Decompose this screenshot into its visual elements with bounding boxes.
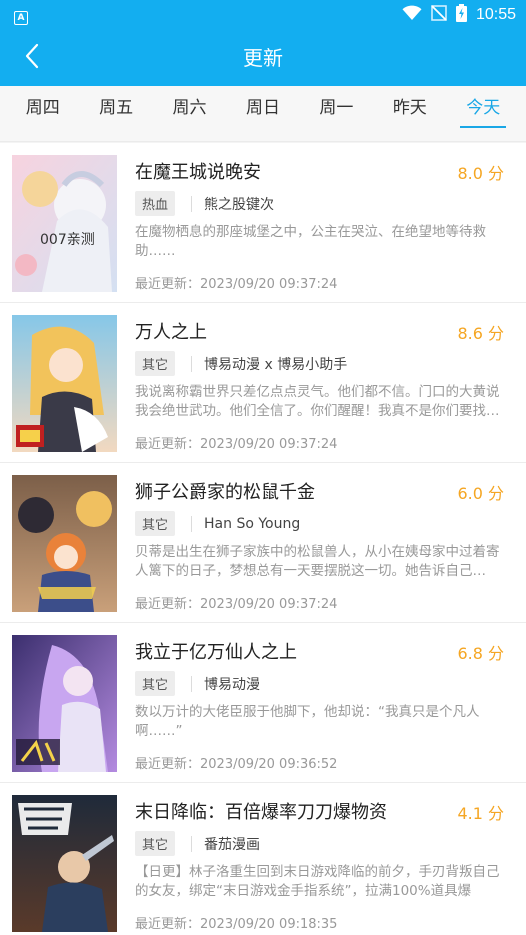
comic-score: 4.1 分 xyxy=(457,804,504,823)
tab-sunday[interactable]: 周日 xyxy=(242,86,284,142)
cover-watermark: 007亲测 xyxy=(40,232,95,248)
tab-monday[interactable]: 周一 xyxy=(315,86,357,142)
update-time: 最近更新：2023/09/20 09:37:24 xyxy=(135,437,338,452)
comic-score: 6.8 分 xyxy=(457,644,504,663)
comic-item[interactable]: 我立于亿万仙人之上 6.8 分 其它 博易动漫 数以万计的大佬臣服于他脚下，他却… xyxy=(0,623,526,783)
comic-title[interactable]: 我立于亿万仙人之上 xyxy=(135,638,297,664)
comic-title[interactable]: 在魔王城说晚安 xyxy=(135,158,261,184)
comic-cover[interactable] xyxy=(12,635,117,772)
divider xyxy=(191,355,193,372)
tab-today[interactable]: 今天 xyxy=(460,86,507,142)
comic-title[interactable]: 末日降临：百倍爆率刀刀爆物资 xyxy=(135,798,387,824)
comic-item[interactable]: 狮子公爵家的松鼠千金 6.0 分 其它 Han So Young 贝蒂是出生在狮… xyxy=(0,463,526,623)
tab-saturday[interactable]: 周六 xyxy=(169,86,211,142)
comic-author: 番茄漫画 xyxy=(204,836,261,853)
comic-item[interactable]: 007亲测 在魔王城说晚安 8.0 分 热血 熊之股键次 在魔物栖息的那座城堡之… xyxy=(0,143,526,303)
update-time: 最近更新：2023/09/20 09:37:24 xyxy=(135,277,338,292)
comic-author: 熊之股键次 xyxy=(204,196,275,213)
update-time: 最近更新：2023/09/20 09:37:24 xyxy=(135,597,338,612)
page-title: 更新 xyxy=(243,46,283,70)
comic-title[interactable]: 狮子公爵家的松鼠千金 xyxy=(135,478,315,504)
genre-tag: 其它 xyxy=(135,831,176,856)
comic-description: 我说离称霸世界只差亿点点灵气。他们都不信。门口的大黄说我会绝世武功。他们全信了。… xyxy=(135,384,500,419)
comic-score: 6.0 分 xyxy=(457,484,504,503)
divider xyxy=(191,675,193,692)
genre-tag: 其它 xyxy=(135,351,176,376)
signal-off-icon xyxy=(431,5,447,25)
status-time: 10:55 xyxy=(475,6,516,23)
comic-score: 8.0 分 xyxy=(457,164,504,183)
divider xyxy=(191,835,193,852)
tab-yesterday[interactable]: 昨天 xyxy=(389,86,431,142)
comic-description: 在魔物栖息的那座城堡之中，公主在哭泣、在绝望地等待救助…… xyxy=(135,224,486,259)
update-time: 最近更新：2023/09/20 09:18:35 xyxy=(135,917,338,932)
comic-cover[interactable] xyxy=(12,315,117,452)
back-button[interactable] xyxy=(14,42,50,74)
genre-tag: 热血 xyxy=(135,191,176,216)
comic-cover[interactable]: 007亲测 xyxy=(12,155,117,292)
comic-cover[interactable] xyxy=(12,475,117,612)
comic-description: 数以万计的大佬臣服于他脚下，他却说：“我真只是个凡人啊……” xyxy=(135,704,480,739)
comic-cover[interactable] xyxy=(12,795,117,932)
genre-tag: 其它 xyxy=(135,671,176,696)
genre-tag: 其它 xyxy=(135,511,176,536)
comic-list: 007亲测 在魔王城说晚安 8.0 分 热血 熊之股键次 在魔物栖息的那座城堡之… xyxy=(0,143,526,935)
comic-item[interactable]: 末日降临：百倍爆率刀刀爆物资 4.1 分 其它 番茄漫画 【日更】林子洛重生回到… xyxy=(0,783,526,935)
divider xyxy=(191,515,193,532)
comic-author: 博易动漫 x 博易小助手 xyxy=(204,356,348,373)
comic-item[interactable]: 万人之上 8.6 分 其它 博易动漫 x 博易小助手 我说离称霸世界只差亿点点灵… xyxy=(0,303,526,463)
chevron-left-icon xyxy=(24,43,40,73)
tab-friday[interactable]: 周五 xyxy=(95,86,137,142)
divider xyxy=(191,195,193,212)
a-app-icon: A xyxy=(14,11,28,25)
battery-charging-icon xyxy=(455,4,467,26)
wifi-icon xyxy=(402,5,422,25)
comic-description: 【日更】林子洛重生回到末日游戏降临的前夕，手刃背叛自己的女友，绑定“末日游戏金手… xyxy=(135,864,500,899)
update-time: 最近更新：2023/09/20 09:36:52 xyxy=(135,757,338,772)
comic-title[interactable]: 万人之上 xyxy=(135,318,207,344)
status-bar: A 10:55 xyxy=(0,0,526,30)
comic-description: 贝蒂是出生在狮子家族中的松鼠兽人，从小在姨母家中过着寄人篱下的日子，梦想总有一天… xyxy=(135,544,500,579)
app-bar: 更新 xyxy=(0,30,526,86)
day-tabs: 周四 周五 周六 周日 周一 昨天 今天 xyxy=(0,86,526,142)
comic-author: 博易动漫 xyxy=(204,676,261,693)
tab-thursday[interactable]: 周四 xyxy=(22,86,64,142)
comic-author: Han So Young xyxy=(204,515,301,532)
comic-score: 8.6 分 xyxy=(457,324,504,343)
